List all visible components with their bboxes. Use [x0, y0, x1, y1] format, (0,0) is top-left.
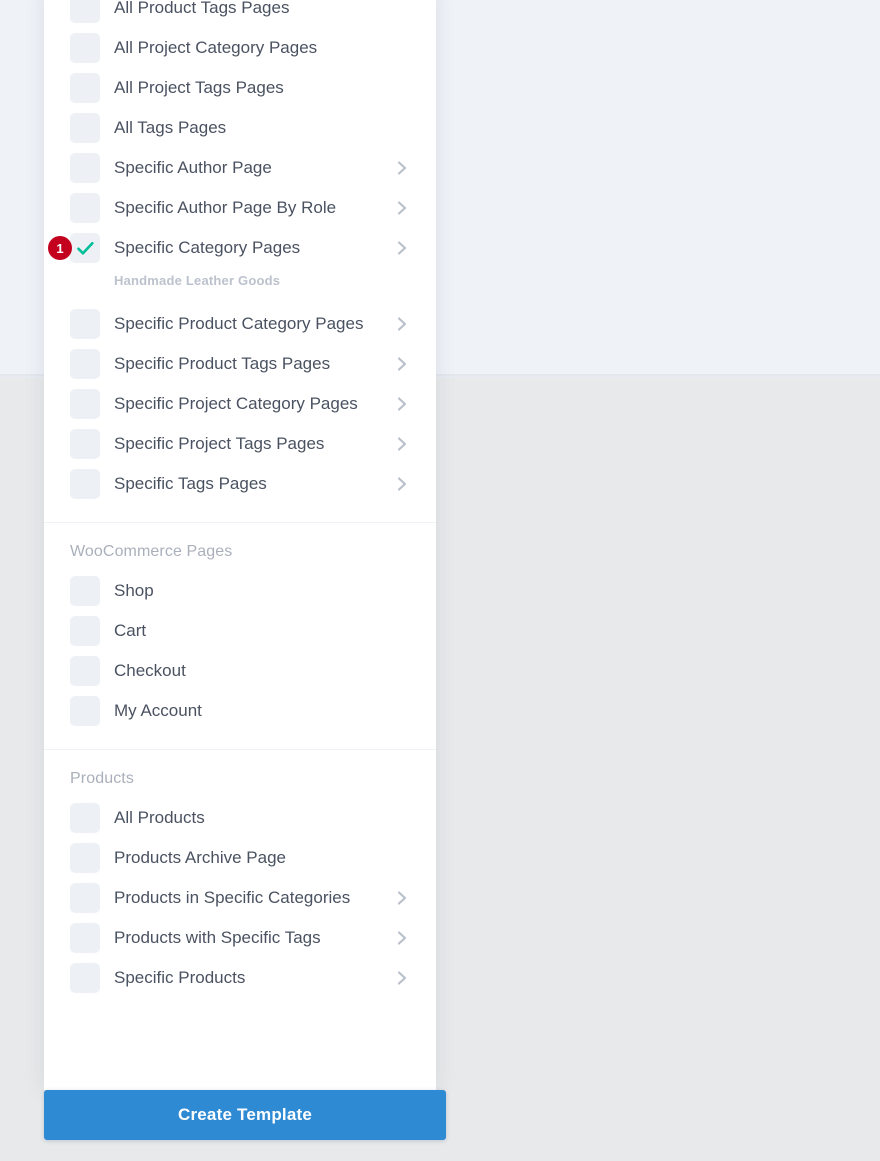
checkbox-unchecked[interactable] — [70, 0, 100, 23]
checkbox-unchecked[interactable] — [70, 389, 100, 419]
condition-label: All Products — [114, 808, 410, 828]
chevron-right-icon[interactable] — [394, 476, 410, 492]
checkbox-unchecked[interactable] — [70, 73, 100, 103]
condition-row[interactable]: All Project Category Pages — [44, 28, 436, 68]
condition-row[interactable]: Specific Project Category Pages — [44, 384, 436, 424]
panel-footer: Create Template — [44, 1090, 446, 1140]
condition-row[interactable]: Specific Product Category Pages — [44, 304, 436, 344]
chevron-right-icon[interactable] — [394, 240, 410, 256]
condition-label: Specific Project Category Pages — [114, 394, 386, 414]
row-spacer — [44, 292, 436, 304]
section-title-woocommerce-pages: WooCommerce Pages — [44, 543, 436, 571]
checkbox-unchecked[interactable] — [70, 469, 100, 499]
section-body: Products All Products Products Archive Pag… — [44, 750, 436, 1016]
condition-label: Specific Author Page By Role — [114, 198, 386, 218]
condition-label: Products with Specific Tags — [114, 928, 386, 948]
section-archive-pages: All Product Category PagesAll Product Ta… — [44, 0, 436, 522]
section-title-products: Products — [44, 770, 436, 798]
checkbox-unchecked[interactable] — [70, 153, 100, 183]
condition-row[interactable]: Specific Project Tags Pages — [44, 424, 436, 464]
condition-label: Specific Products — [114, 968, 386, 988]
condition-row[interactable]: My Account — [44, 691, 436, 731]
checkbox-unchecked[interactable] — [70, 113, 100, 143]
condition-label: Specific Author Page — [114, 158, 386, 178]
condition-row[interactable]: Products in Specific Categories — [44, 878, 436, 918]
chevron-right-icon[interactable] — [394, 890, 410, 906]
condition-row[interactable]: Specific Author Page — [44, 148, 436, 188]
condition-label: Specific Category Pages — [114, 238, 386, 258]
condition-row[interactable]: Shop — [44, 571, 436, 611]
checkbox-unchecked[interactable] — [70, 656, 100, 686]
checkbox-unchecked[interactable] — [70, 843, 100, 873]
condition-label: Specific Product Tags Pages — [114, 354, 386, 374]
checkbox-unchecked[interactable] — [70, 33, 100, 63]
condition-row[interactable]: All Project Tags Pages — [44, 68, 436, 108]
condition-label: Specific Project Tags Pages — [114, 434, 386, 454]
condition-label: All Product Tags Pages — [114, 0, 410, 18]
condition-row[interactable]: Specific Author Page By Role — [44, 188, 436, 228]
chevron-right-icon[interactable] — [394, 970, 410, 986]
section-products: Products All Products Products Archive Pag… — [44, 749, 436, 1016]
conditions-scroll-area[interactable]: All Product Category PagesAll Product Ta… — [44, 0, 436, 1016]
condition-label: Cart — [114, 621, 410, 641]
checkbox-unchecked[interactable] — [70, 193, 100, 223]
condition-label: Products in Specific Categories — [114, 888, 386, 908]
checkbox-unchecked[interactable] — [70, 309, 100, 339]
checkbox-unchecked[interactable] — [70, 963, 100, 993]
checkbox-unchecked[interactable] — [70, 349, 100, 379]
checkbox-unchecked[interactable] — [70, 696, 100, 726]
condition-row[interactable]: Products with Specific Tags — [44, 918, 436, 958]
condition-label: Checkout — [114, 661, 410, 681]
condition-row[interactable]: Specific Product Tags Pages — [44, 344, 436, 384]
chevron-right-icon[interactable] — [394, 436, 410, 452]
checkbox-unchecked[interactable] — [70, 576, 100, 606]
chevron-right-icon[interactable] — [394, 200, 410, 216]
selection-count-badge: 1 — [48, 236, 72, 260]
chevron-right-icon[interactable] — [394, 396, 410, 412]
condition-row[interactable]: Cart — [44, 611, 436, 651]
condition-row[interactable]: Specific Products — [44, 958, 436, 998]
condition-label: All Tags Pages — [114, 118, 410, 138]
condition-row[interactable]: Specific Tags Pages — [44, 464, 436, 504]
checkbox-unchecked[interactable] — [70, 803, 100, 833]
section-body: WooCommerce Pages Shop Cart Checkout My Acco… — [44, 523, 436, 749]
condition-row[interactable]: All Product Tags Pages — [44, 0, 436, 28]
chevron-right-icon[interactable] — [394, 316, 410, 332]
condition-row[interactable]: Products Archive Page — [44, 838, 436, 878]
checkbox-unchecked[interactable] — [70, 616, 100, 646]
create-template-button[interactable]: Create Template — [44, 1090, 446, 1140]
condition-row[interactable]: All Products — [44, 798, 436, 838]
section-body: All Product Category PagesAll Product Ta… — [44, 0, 436, 522]
condition-row[interactable]: Checkout — [44, 651, 436, 691]
condition-label: All Project Category Pages — [114, 38, 410, 58]
condition-sub-label: Handmade Leather Goods — [44, 268, 436, 292]
chevron-right-icon[interactable] — [394, 930, 410, 946]
condition-label: My Account — [114, 701, 410, 721]
checkbox-unchecked[interactable] — [70, 923, 100, 953]
condition-label: Specific Product Category Pages — [114, 314, 386, 334]
condition-label: All Project Tags Pages — [114, 78, 410, 98]
checkbox-unchecked[interactable] — [70, 883, 100, 913]
checkbox-checked[interactable] — [70, 233, 100, 263]
condition-label: Specific Tags Pages — [114, 474, 386, 494]
chevron-right-icon[interactable] — [394, 356, 410, 372]
condition-row[interactable]: 1 Specific Category Pages — [44, 228, 436, 268]
condition-label: Shop — [114, 581, 410, 601]
template-conditions-panel: All Product Category PagesAll Product Ta… — [44, 0, 436, 1090]
condition-row[interactable]: All Tags Pages — [44, 108, 436, 148]
checkbox-unchecked[interactable] — [70, 429, 100, 459]
chevron-right-icon[interactable] — [394, 160, 410, 176]
section-woocommerce-pages: WooCommerce Pages Shop Cart Checkout My Acco… — [44, 522, 436, 749]
condition-label: Products Archive Page — [114, 848, 410, 868]
